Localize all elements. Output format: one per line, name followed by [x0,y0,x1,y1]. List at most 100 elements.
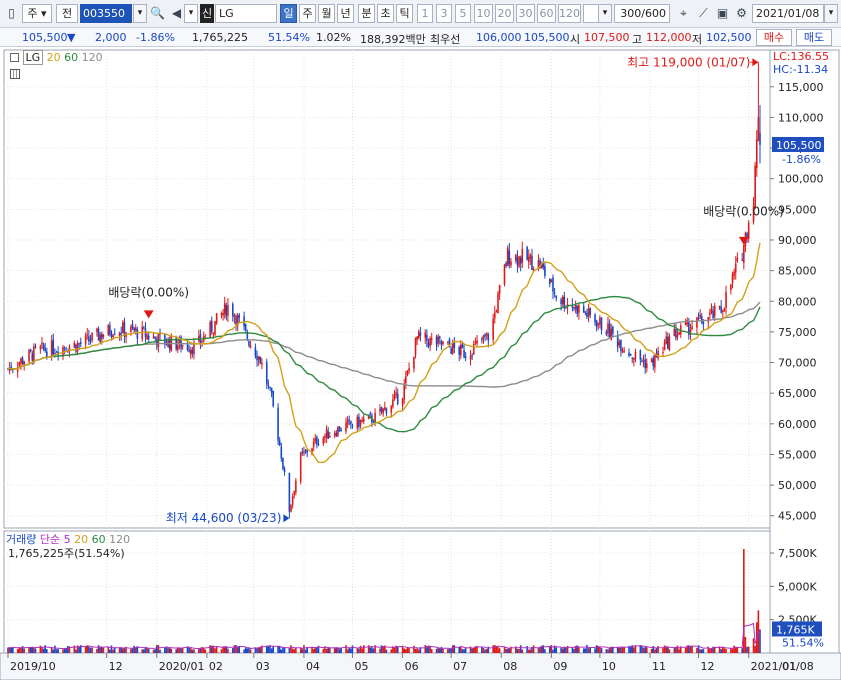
volume-bar [120,647,123,653]
volume-bar [20,647,22,653]
interval-button-10[interactable]: 10 [474,4,493,23]
volume-bar [429,646,431,653]
interval-dropdown-button[interactable]: ▾ [598,4,612,23]
candle-body [293,491,296,495]
search-icon[interactable]: 🔍 [149,5,166,22]
candle-body [67,351,69,353]
candle-body [238,315,241,318]
volume-bar [143,649,145,653]
tab-tick[interactable]: 틱 [396,4,413,23]
candle-body [335,432,338,436]
candle-body [550,279,553,283]
volume-bar [62,649,64,653]
stock-code-input[interactable]: 003550 [80,4,132,23]
speaker-icon[interactable]: ◀ [168,5,185,22]
candle-body [322,437,325,444]
volume-bar [44,645,46,653]
sell-button[interactable]: 매도 [796,29,832,46]
interval-button-5[interactable]: 5 [455,4,471,23]
volume-bar [122,648,124,653]
tab-year[interactable]: 년 [337,4,354,23]
candle-body [177,345,179,350]
volume-bar [673,648,676,653]
interval-button-1[interactable]: 1 [417,4,433,23]
volume-bar [395,645,397,653]
tab-month[interactable]: 월 [318,4,335,23]
volume-bar [204,649,207,653]
volume-bar [100,646,103,653]
tab-minute[interactable]: 분 [358,4,375,23]
candle-body [20,358,22,364]
volume-bar [607,649,609,653]
stock-name-field[interactable]: LG [215,4,277,23]
layout-icon[interactable]: ▯ [3,5,20,22]
candle-body [88,336,90,342]
volume-bar [529,649,532,653]
draw-line-icon[interactable]: ⟋ [695,5,712,22]
save-icon[interactable]: ▣ [714,5,731,22]
volume-bar [28,647,30,653]
candle-body [254,347,257,357]
candle-body [379,408,381,412]
x-tick-label: 06 [405,660,419,673]
volume-bar [231,648,234,653]
candle-body [675,329,677,339]
volume-bar [587,648,590,653]
candle-body [608,323,611,338]
candle-body [91,332,93,341]
count-value: 300 [620,7,642,20]
candle-body [130,326,132,332]
candle-body [673,328,676,337]
date-input[interactable]: 2021/01/08 [752,4,824,23]
interval-button-30[interactable]: 30 [516,4,535,23]
market-select[interactable]: 주 ▾ [22,4,52,23]
candle-body [362,418,365,422]
candle-body [348,419,351,421]
candle-body [734,263,737,273]
tab-week[interactable]: 주 [299,4,316,23]
interval-button-60[interactable]: 60 [537,4,556,23]
x-tick-label: 10 [602,660,616,673]
candle-body [233,315,236,318]
grid-toggle-icon[interactable] [10,69,20,82]
candle-body [427,342,430,347]
candle-body [493,312,496,319]
candle-body [361,420,363,422]
tab-second[interactable]: 초 [377,4,394,23]
price-tick-label: 75,000 [778,326,817,339]
interval-button-3[interactable]: 3 [436,4,452,23]
candle-body [553,292,556,294]
panel-icon[interactable] [10,53,19,62]
sound-dropdown-button[interactable]: ▾ [184,4,198,23]
candle-body [46,351,48,357]
candle-body [405,376,407,384]
candle-body [429,337,431,346]
interval-button-20[interactable]: 20 [495,4,514,23]
calendar-dropdown-button[interactable]: ▾ [824,4,838,23]
candle-body [191,349,194,354]
candle-body [107,324,110,335]
period-label: 전 [61,7,73,20]
buy-button[interactable]: 매수 [756,29,792,46]
price-volume-chart[interactable]: 45,000 50,000 55,000 60,000 65,000 70,000 75,0… [0,47,841,680]
candle-body [96,328,98,333]
candle-body [122,322,124,333]
candle-body [175,336,177,350]
candle-body [505,262,507,266]
period-select[interactable]: 전 [56,4,78,23]
gear-icon[interactable]: ⚙ [733,5,750,22]
volume-bar [657,646,659,653]
volume-bar [369,647,372,653]
candle-body [485,332,488,336]
x-tick-label: 03 [256,660,270,673]
volume-bar [684,647,687,653]
crosshair-icon[interactable]: ⌖ [675,5,692,22]
interval-button-120[interactable]: 120 [558,4,581,23]
candle-body [401,398,404,406]
current-price-label: 105,500 [776,139,822,152]
candle-body [442,341,444,345]
candle-body [435,336,438,345]
code-dropdown-button[interactable]: ▾ [133,4,147,23]
count-input[interactable]: 300/600 [614,4,670,23]
tab-day[interactable]: 일 [280,4,297,23]
